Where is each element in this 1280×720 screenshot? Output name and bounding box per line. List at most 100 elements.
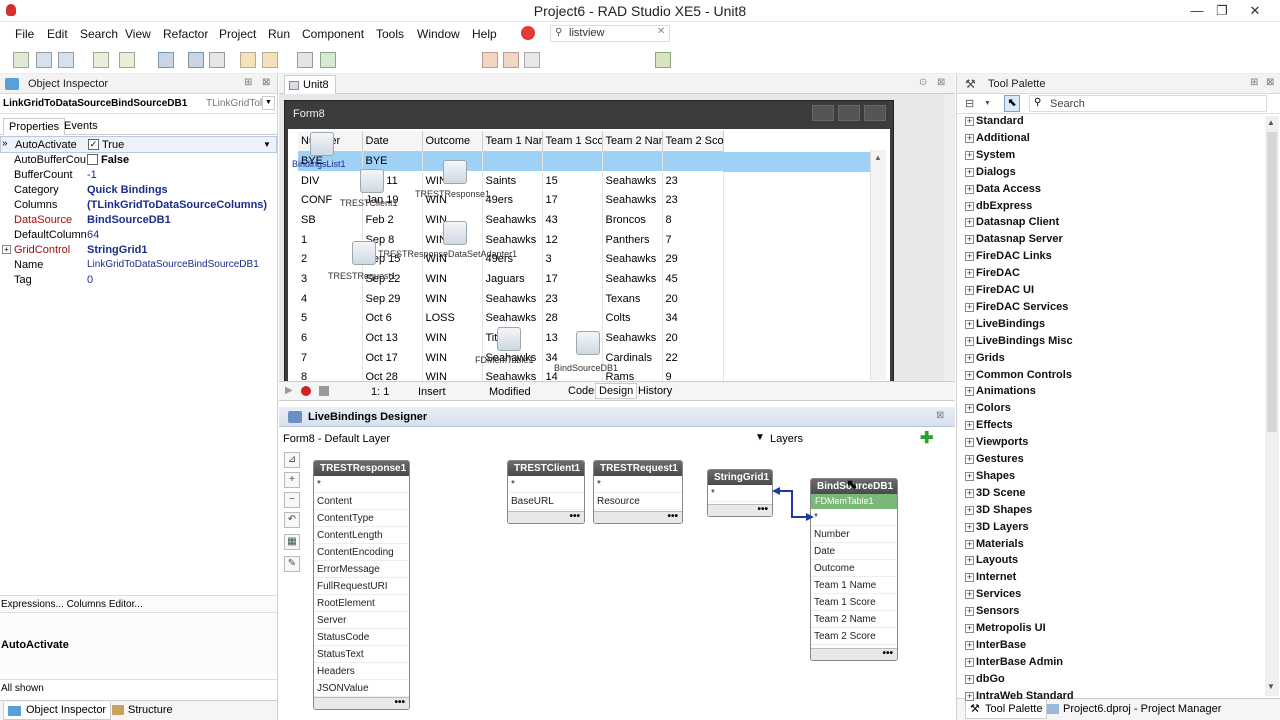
tab-unit8[interactable]: Unit8 <box>284 75 336 94</box>
form8-window[interactable]: Form8 NumberDateOutcomeTeam 1 NarTeam 1 … <box>284 100 894 382</box>
binding-member[interactable]: Headers <box>314 663 409 680</box>
grid-row[interactable]: 5 Oct 6 LOSS Seahawks 28 Colts 34 <box>298 308 724 329</box>
expand-icon[interactable]: + <box>965 438 974 448</box>
expand-icon[interactable]: + <box>965 607 974 617</box>
binding-member[interactable]: ContentType <box>314 510 409 527</box>
step-over-icon[interactable] <box>482 52 498 68</box>
expand-icon[interactable]: + <box>965 522 974 532</box>
binding-member[interactable]: RootElement <box>314 595 409 612</box>
grid-column-header[interactable]: Team 1 Sco <box>542 131 603 151</box>
binding-member[interactable]: ContentEncoding <box>314 544 409 561</box>
restrequest-icon[interactable] <box>352 241 376 265</box>
reopen-icon[interactable] <box>119 52 135 68</box>
menu-project[interactable]: Project <box>219 27 256 41</box>
close-icon[interactable]: ⊠ <box>1266 77 1274 88</box>
grid-column-header[interactable]: Team 2 Sco <box>662 131 724 151</box>
palette-category[interactable]: + dbExpress <box>963 199 1263 216</box>
binding-box-restrequest[interactable]: TRESTRequest1 * Resource ••• <box>593 460 683 524</box>
categories-icon[interactable]: ⊟ <box>965 97 974 110</box>
palette-category[interactable]: + System <box>963 148 1263 165</box>
layers-toggle-icon[interactable]: ▼ <box>755 432 765 443</box>
zoom-out-icon[interactable]: − <box>284 492 300 508</box>
expand-icon[interactable]: + <box>965 539 974 549</box>
palette-category[interactable]: + Metropolis UI <box>963 621 1263 638</box>
grid-row[interactable]: SB Feb 2 WIN Seahawks 43 Broncos 8 <box>298 210 724 230</box>
binding-member[interactable]: JSONValue <box>314 680 409 697</box>
expand-icon[interactable]: + <box>965 505 974 515</box>
palette-category[interactable]: + Datasnap Client <box>963 215 1263 232</box>
tab-object-inspector[interactable]: Object Inspector <box>3 702 112 720</box>
menu-view[interactable]: View <box>125 27 151 41</box>
binding-member[interactable]: * <box>594 476 682 493</box>
palette-category[interactable]: + Internet <box>963 570 1263 587</box>
pointer-icon[interactable]: ⬉ <box>1004 95 1020 112</box>
scroll-up-icon[interactable]: ▲ <box>1267 118 1275 127</box>
binding-member[interactable]: Team 1 Score <box>811 594 897 611</box>
binding-member[interactable]: StatusCode <box>314 629 409 646</box>
fdmemtable-icon[interactable] <box>497 327 521 351</box>
trace-into-icon[interactable] <box>503 52 519 68</box>
binding-member[interactable]: FullRequestURI <box>314 578 409 595</box>
save-icon[interactable] <box>158 52 174 68</box>
grid-column-header[interactable]: Outcome <box>422 131 483 151</box>
design-scrollbar[interactable] <box>944 94 954 381</box>
grid-scrollbar[interactable]: ▲ <box>870 150 886 380</box>
expand-icon[interactable]: + <box>965 353 974 363</box>
tab-properties[interactable]: Properties <box>3 118 66 135</box>
play-macro-icon[interactable]: ▶ <box>285 385 293 396</box>
grid-icon[interactable]: ▦ <box>284 534 300 550</box>
palette-category[interactable]: + Shapes <box>963 469 1263 486</box>
layers-label[interactable]: Layers <box>770 433 803 445</box>
open-project-icon[interactable] <box>240 52 256 68</box>
menu-run[interactable]: Run <box>268 27 290 41</box>
more-icon[interactable]: ••• <box>314 697 409 709</box>
minimize-button[interactable]: — <box>1187 2 1207 20</box>
close-button[interactable]: ✕ <box>1245 2 1265 20</box>
palette-scrollbar[interactable]: ▲ ▼ <box>1265 116 1279 696</box>
grid-row[interactable]: BYE BYE <box>298 151 724 171</box>
binding-member[interactable]: Team 2 Score <box>811 628 897 645</box>
binding-member[interactable]: StatusText <box>314 646 409 663</box>
expand-icon[interactable]: + <box>965 387 974 397</box>
binding-member[interactable]: ErrorMessage <box>314 561 409 578</box>
binding-member[interactable]: Team 1 Name <box>811 577 897 594</box>
menu-tools[interactable]: Tools <box>376 27 404 41</box>
palette-category[interactable]: + Viewports <box>963 435 1263 452</box>
palette-search-input[interactable]: ⚲ Search <box>1029 95 1267 112</box>
palette-category[interactable]: + Layouts <box>963 553 1263 570</box>
menu-refactor[interactable]: Refactor <box>163 27 208 41</box>
palette-category[interactable]: + FireDAC Services <box>963 300 1263 317</box>
expand-icon[interactable]: + <box>965 133 974 143</box>
new-items-icon[interactable] <box>36 52 52 68</box>
run-to-cursor-icon[interactable] <box>524 52 540 68</box>
stop-macro-icon[interactable] <box>319 386 329 396</box>
binding-member[interactable]: BaseURL <box>508 493 584 510</box>
expand-icon[interactable]: + <box>965 640 974 650</box>
open-items-icon[interactable] <box>58 52 74 68</box>
menu-help[interactable]: Help <box>472 27 497 41</box>
expand-icon[interactable]: + <box>965 319 974 329</box>
close-icon[interactable]: ⊠ <box>936 410 944 421</box>
open-icon[interactable] <box>93 52 109 68</box>
menu-window[interactable]: Window <box>417 27 460 41</box>
expand-icon[interactable]: + <box>965 471 974 481</box>
menu-file[interactable]: File <box>15 27 34 41</box>
bindingslist-icon[interactable] <box>310 132 334 156</box>
binding-box-restclient[interactable]: TRESTClient1 * BaseURL ••• <box>507 460 585 524</box>
grid-column-header[interactable]: Team 1 Nar <box>482 131 543 151</box>
expand-icon[interactable]: + <box>965 235 974 245</box>
palette-category[interactable]: +3D Layers <box>963 520 1263 537</box>
view-unit-icon[interactable] <box>297 52 313 68</box>
more-icon[interactable]: ••• <box>594 511 682 523</box>
expand-icon[interactable]: + <box>965 573 974 583</box>
expand-icon[interactable]: + <box>965 302 974 312</box>
palette-category[interactable]: + IntraWeb Standard <box>963 689 1263 706</box>
pin-icon[interactable]: ⊞ <box>1250 77 1258 88</box>
help-insight-icon[interactable] <box>521 26 535 40</box>
palette-category[interactable]: + Data Access <box>963 182 1263 199</box>
property-row[interactable]: Tag 0 <box>0 272 277 289</box>
checkbox-unchecked[interactable] <box>87 154 98 165</box>
binding-member[interactable]: * <box>314 476 409 493</box>
menu-search[interactable]: Search <box>80 27 118 41</box>
bindsourcedb-icon[interactable] <box>576 331 600 355</box>
